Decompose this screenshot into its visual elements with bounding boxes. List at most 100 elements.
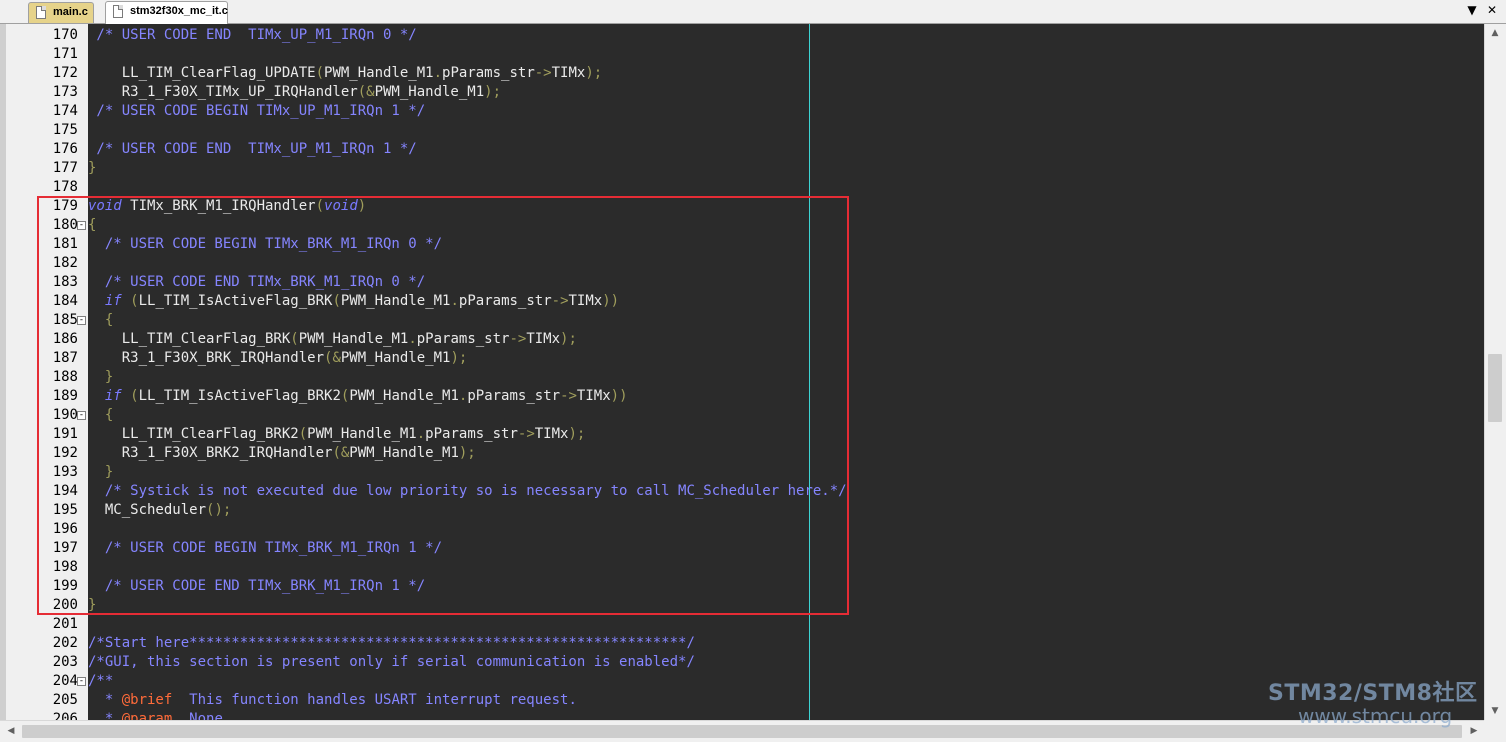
code-token: if [104,293,122,309]
horizontal-scrollbar[interactable]: ◀ ▶ [0,720,1484,742]
code-token: -> [517,426,535,442]
line-number: 184 [52,293,78,309]
line-number: 171 [52,46,78,62]
code-line: /* USER CODE BEGIN TIMx_UP_M1_IRQn 1 */ [88,102,425,121]
scroll-down-icon[interactable]: ▼ [1487,706,1503,716]
code-token: LL_TIM_ClearFlag_BRK [88,331,291,347]
code-token: )) [610,388,628,404]
code-line: /* Systick is not executed due low prior… [88,482,847,501]
line-number: 173 [52,84,78,100]
code-token: PWM_Handle_M1 [324,65,434,81]
code-line: /*GUI, this section is present only if s… [88,653,695,672]
line-number: 177 [52,160,78,176]
code-token: /* USER CODE BEGIN TIMx_BRK_M1_IRQn 0 */ [88,236,443,252]
vertical-scrollbar[interactable]: ▲ ▼ [1484,24,1506,720]
code-token: R3_1_F30X_BRK2_IRQHandler [88,445,333,461]
horizontal-scroll-thumb[interactable] [22,725,1462,738]
code-line: R3_1_F30X_BRK2_IRQHandler(&PWM_Handle_M1… [88,444,476,463]
line-number: 174 [52,103,78,119]
code-token: pParams_str [416,331,510,347]
code-token: PWM_Handle_M1 [298,331,409,347]
code-token: . [408,331,417,347]
code-token: /* Systick is not executed due low prior… [88,483,847,499]
line-number: 198 [52,559,78,575]
line-number: 196 [52,521,78,537]
code-token: TIMx [551,65,586,81]
code-token: PWM_Handle_M1 [340,350,451,366]
code-line: /*Start here****************************… [88,634,695,653]
code-token: /*GUI, this section is present only if s… [88,654,695,670]
line-number: 183 [52,274,78,290]
line-number: 190 [52,407,78,423]
code-line: R3_1_F30X_TIMx_UP_IRQHandler(&PWM_Handle… [88,83,501,102]
line-number: 200 [52,597,78,613]
scroll-up-icon[interactable]: ▲ [1487,28,1503,38]
code-token: ); [585,65,603,81]
fold-toggle-icon[interactable]: - [77,411,86,420]
scroll-right-icon[interactable]: ▶ [1466,726,1482,736]
code-line: /** [88,672,113,691]
code-line: } [88,159,96,178]
code-token: (& [357,84,375,100]
code-line: { [88,216,96,235]
code-token: R3_1_F30X_BRK_IRQHandler [88,350,325,366]
code-line: LL_TIM_ClearFlag_BRK(PWM_Handle_M1.pPara… [88,330,577,349]
code-token: None [172,711,223,720]
code-token: pParams_str [467,388,561,404]
code-line: /* USER CODE END TIMx_BRK_M1_IRQn 0 */ [88,273,425,292]
code-token: ); [458,445,476,461]
line-number: 180 [52,217,78,233]
fold-toggle-icon[interactable]: - [77,221,86,230]
code-token: /* USER CODE END TIMx_UP_M1_IRQn 1 */ [88,141,417,157]
line-number: 176 [52,141,78,157]
line-number: 172 [52,65,78,81]
code-token: -> [534,65,552,81]
code-token: TIMx [526,331,561,347]
code-token: void [88,198,122,214]
code-token: ( [315,65,325,81]
code-line: /* USER CODE END TIMx_UP_M1_IRQn 1 */ [88,140,417,159]
scroll-left-icon[interactable]: ◀ [3,726,19,736]
close-icon[interactable]: ✕ [1484,3,1500,17]
line-number: 189 [52,388,78,404]
code-line: { [88,406,113,425]
code-token: * [88,692,122,708]
code-token: * [88,711,122,720]
code-token: PWM_Handle_M1 [349,388,459,404]
code-token: LL_TIM_IsActiveFlag_BRK [138,293,333,309]
line-number: 182 [52,255,78,271]
fold-toggle-icon[interactable]: - [77,316,86,325]
code-token: /* USER CODE BEGIN TIMx_BRK_M1_IRQn 1 */ [88,540,443,556]
line-number: 202 [52,635,78,651]
line-number: 203 [52,654,78,670]
file-icon [36,6,46,19]
vertical-scroll-thumb[interactable] [1488,354,1502,422]
chevron-down-icon[interactable]: ▼ [1464,3,1480,17]
line-number: 175 [52,122,78,138]
long-line-edge-marker [809,24,810,720]
tab-main-c[interactable]: main.c [28,2,94,23]
line-number: 199 [52,578,78,594]
line-number: 192 [52,445,78,461]
code-line: /* USER CODE END TIMx_UP_M1_IRQn 0 */ [88,26,416,45]
code-token: ( [130,388,139,404]
code-token: { [88,312,114,328]
code-token: ( [315,198,325,214]
tab-label: main.c [53,6,88,18]
code-token: . [416,426,426,442]
code-token: PWM_Handle_M1 [349,445,459,461]
code-line: /* USER CODE BEGIN TIMx_BRK_M1_IRQn 1 */ [88,539,442,558]
line-number: 201 [52,616,78,632]
tab-stm32f30x-mc-it-c[interactable]: stm32f30x_mc_it.c [105,1,228,24]
code-token: (& [324,350,341,366]
code-line: } [88,596,96,615]
code-token: PWM_Handle_M1 [307,426,417,442]
code-line: void TIMx_BRK_M1_IRQHandler(void) [88,197,366,216]
code-line: if (LL_TIM_IsActiveFlag_BRK2(PWM_Handle_… [88,387,628,406]
fold-toggle-icon[interactable]: - [77,677,86,686]
code-token: /* USER CODE END TIMx_BRK_M1_IRQn 0 */ [88,274,426,290]
code-token: LL_TIM_IsActiveFlag_BRK2 [138,388,341,404]
code-editor[interactable]: /* USER CODE END TIMx_UP_M1_IRQn 0 */ LL… [88,24,1484,720]
scrollbar-corner [1484,720,1506,742]
